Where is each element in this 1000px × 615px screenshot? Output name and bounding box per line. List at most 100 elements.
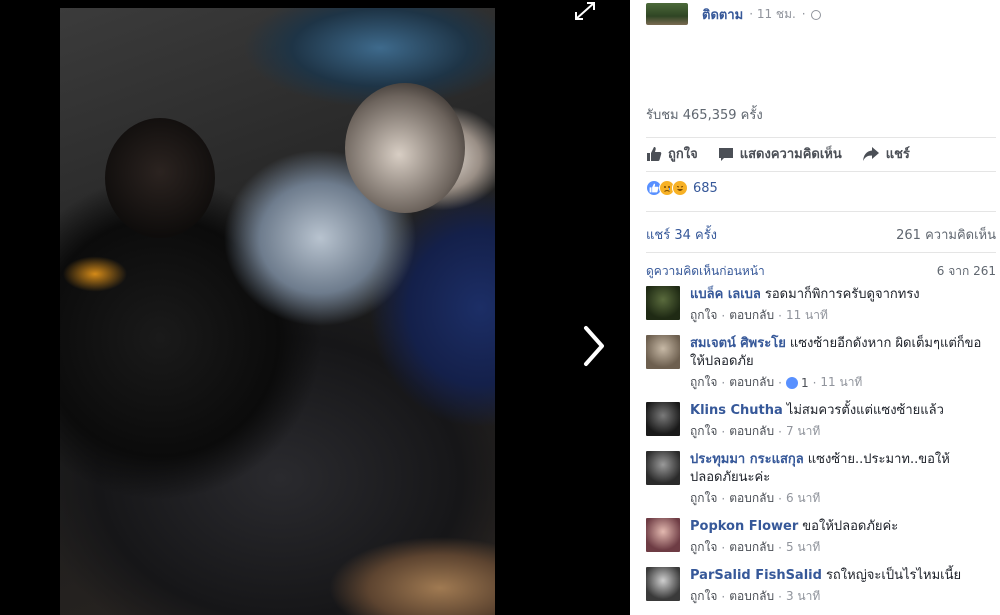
comment-text: รถใหญ่จะเป็นไรไหมเนี้ย [825, 568, 962, 583]
separator-dot: · [812, 375, 817, 390]
post-header: ติดตาม · 11 ชม. · [646, 0, 821, 28]
video-frame[interactable] [60, 8, 495, 615]
comment-like-link[interactable]: ถูกใจ [690, 489, 717, 508]
like-label: ถูกใจ [668, 147, 698, 162]
person-shape [105, 118, 215, 238]
comment-author[interactable]: แบล็ค เลเบล [690, 287, 761, 302]
share-button[interactable]: แชร์ [862, 143, 910, 164]
comment-meta: ถูกใจ · ตอบกลับ · 7 นาที [690, 422, 944, 441]
comment-author[interactable]: สมเจตน์ ศิพระโย [690, 336, 786, 351]
comment-text-line: Klins Chutha ไม่สมควรตั้งแต่แซงซ้ายแล้ว [690, 402, 944, 420]
shirt-graphic [60, 246, 210, 386]
comment-text-line: แบล็ค เลเบล รอดมาก็พิการครับดูจากทรง [690, 286, 920, 304]
comment-text-line: ประทุมมา กระแสกุล แซงซ้าย..ประมาท..ขอให้ป… [690, 451, 990, 487]
comment-reply-link[interactable]: ตอบกลับ [729, 422, 774, 441]
comment-meta: ถูกใจ · ตอบกลับ · 1 · 11 นาที [690, 373, 990, 392]
separator-dot: · [721, 424, 726, 439]
view-count: รับชม 465,359 ครั้ง [646, 108, 763, 123]
haha-reaction-icon [672, 180, 688, 196]
comment-count-link[interactable]: 261 ความคิดเห็น [896, 224, 996, 245]
comment-author[interactable]: Klins Chutha [690, 403, 783, 418]
comment-time[interactable]: 11 นาที [786, 306, 828, 325]
comment-like-link[interactable]: ถูกใจ [690, 587, 717, 606]
comment-author[interactable]: ParSalid FishSalid [690, 568, 822, 583]
post-actions: ถูกใจ แสดงความคิดเห็น แชร์ [646, 143, 910, 164]
avatar[interactable] [646, 518, 680, 552]
next-arrow-icon[interactable] [578, 322, 610, 370]
share-count-link[interactable]: แชร์ 34 ครั้ง [646, 224, 717, 245]
separator-dot: · [778, 589, 782, 604]
separator-dot: · [801, 7, 806, 21]
avatar[interactable] [646, 567, 680, 601]
reaction-count[interactable]: 685 [693, 181, 718, 196]
follow-link[interactable]: ติดตาม [702, 4, 743, 25]
separator-dot: · [778, 540, 782, 555]
avatar[interactable] [646, 451, 680, 485]
expand-icon[interactable] [571, 0, 599, 22]
media-viewer [0, 0, 630, 615]
like-reaction-icon [785, 376, 798, 389]
post-time[interactable]: · 11 ชม. [749, 5, 796, 24]
comment-pager: 6 จาก 261 [936, 264, 996, 278]
comment-text: ไม่สมควรตั้งแต่แซงซ้ายแล้ว [786, 403, 944, 418]
comment-like-link[interactable]: ถูกใจ [690, 422, 717, 441]
separator-dot: · [721, 589, 726, 604]
comment-reaction-count-text: 1 [800, 375, 809, 390]
globe-icon [810, 10, 821, 20]
view-previous-comments-link[interactable]: ดูความคิดเห็นก่อนหน้า [646, 262, 765, 281]
comment-item: ParSalid FishSalid รถใหญ่จะเป็นไรไหมเนี้ย… [646, 567, 996, 606]
separator-dot: · [778, 375, 782, 390]
avatar[interactable] [646, 335, 680, 369]
separator-dot: · [721, 375, 726, 390]
comment-item: แบล็ค เลเบล รอดมาก็พิการครับดูจากทรง ถูกใ… [646, 286, 996, 325]
comment-time[interactable]: 7 นาที [786, 422, 820, 441]
comment-text-line: ParSalid FishSalid รถใหญ่จะเป็นไรไหมเนี้ย [690, 567, 961, 585]
avatar[interactable] [646, 402, 680, 436]
comment-meta: ถูกใจ · ตอบกลับ · 11 นาที [690, 306, 920, 325]
separator-dot: · [721, 308, 726, 323]
separator-dot: · [721, 491, 726, 506]
comment-icon [718, 147, 733, 161]
comment-item: ประทุมมา กระแสกุล แซงซ้าย..ประมาท..ขอให้ป… [646, 451, 996, 508]
comment-meta: ถูกใจ · ตอบกลับ · 6 นาที [690, 489, 990, 508]
comment-item: Klins Chutha ไม่สมควรตั้งแต่แซงซ้ายแล้ว ถ… [646, 402, 996, 441]
previous-comments-row: ดูความคิดเห็นก่อนหน้า 6 จาก 261 [646, 262, 996, 281]
separator-dot: · [778, 308, 782, 323]
comment-like-link[interactable]: ถูกใจ [690, 538, 717, 557]
post-sidebar: ติดตาม · 11 ชม. · รับชม 465,359 ครั้ง ถู… [630, 0, 1000, 615]
like-button[interactable]: ถูกใจ [646, 143, 698, 164]
share-comment-counts: แชร์ 34 ครั้ง 261 ความคิดเห็น [646, 224, 996, 245]
comment-reply-link[interactable]: ตอบกลับ [729, 489, 774, 508]
separator-dot: · [778, 491, 782, 506]
comment-text-line: สมเจตน์ ศิพระโย แซงซ้ายอีกดังหาก ผิดเต็มๆ… [690, 335, 990, 371]
comment-item: สมเจตน์ ศิพระโย แซงซ้ายอีกดังหาก ผิดเต็มๆ… [646, 335, 996, 392]
comment-text-line: Popkon Flower ขอให้ปลอดภัยค่ะ [690, 518, 898, 536]
comment-like-link[interactable]: ถูกใจ [690, 373, 717, 392]
comment-list: แบล็ค เลเบล รอดมาก็พิการครับดูจากทรง ถูกใ… [646, 286, 996, 614]
comment-time[interactable]: 5 นาที [786, 538, 820, 557]
share-label: แชร์ [885, 147, 910, 162]
comment-reaction-count[interactable]: 1 [785, 375, 809, 390]
comment-reply-link[interactable]: ตอบกลับ [729, 538, 774, 557]
comment-author[interactable]: ประทุมมา กระแสกุล [690, 452, 804, 467]
reactions-summary[interactable]: 685 [646, 180, 718, 196]
comment-item: Popkon Flower ขอให้ปลอดภัยค่ะ ถูกใจ · ตอบก… [646, 518, 996, 557]
comment-meta: ถูกใจ · ตอบกลับ · 3 นาที [690, 587, 961, 606]
divider [646, 211, 996, 212]
comment-label: แสดงความคิดเห็น [739, 147, 842, 162]
comment-reply-link[interactable]: ตอบกลับ [729, 306, 774, 325]
comment-time[interactable]: 3 นาที [786, 587, 820, 606]
post-time-text[interactable]: 11 ชม. [757, 7, 796, 21]
comment-reply-link[interactable]: ตอบกลับ [729, 587, 774, 606]
comment-button[interactable]: แสดงความคิดเห็น [718, 143, 842, 164]
page-avatar[interactable] [646, 3, 688, 25]
comment-reply-link[interactable]: ตอบกลับ [729, 373, 774, 392]
comment-like-link[interactable]: ถูกใจ [690, 306, 717, 325]
share-arrow-icon [862, 146, 879, 161]
avatar[interactable] [646, 286, 680, 320]
comment-time[interactable]: 11 นาที [820, 373, 862, 392]
comment-author[interactable]: Popkon Flower [690, 519, 798, 534]
comment-text: ขอให้ปลอดภัยค่ะ [802, 519, 899, 534]
comment-time[interactable]: 6 นาที [786, 489, 820, 508]
thumbs-up-icon [647, 146, 662, 161]
